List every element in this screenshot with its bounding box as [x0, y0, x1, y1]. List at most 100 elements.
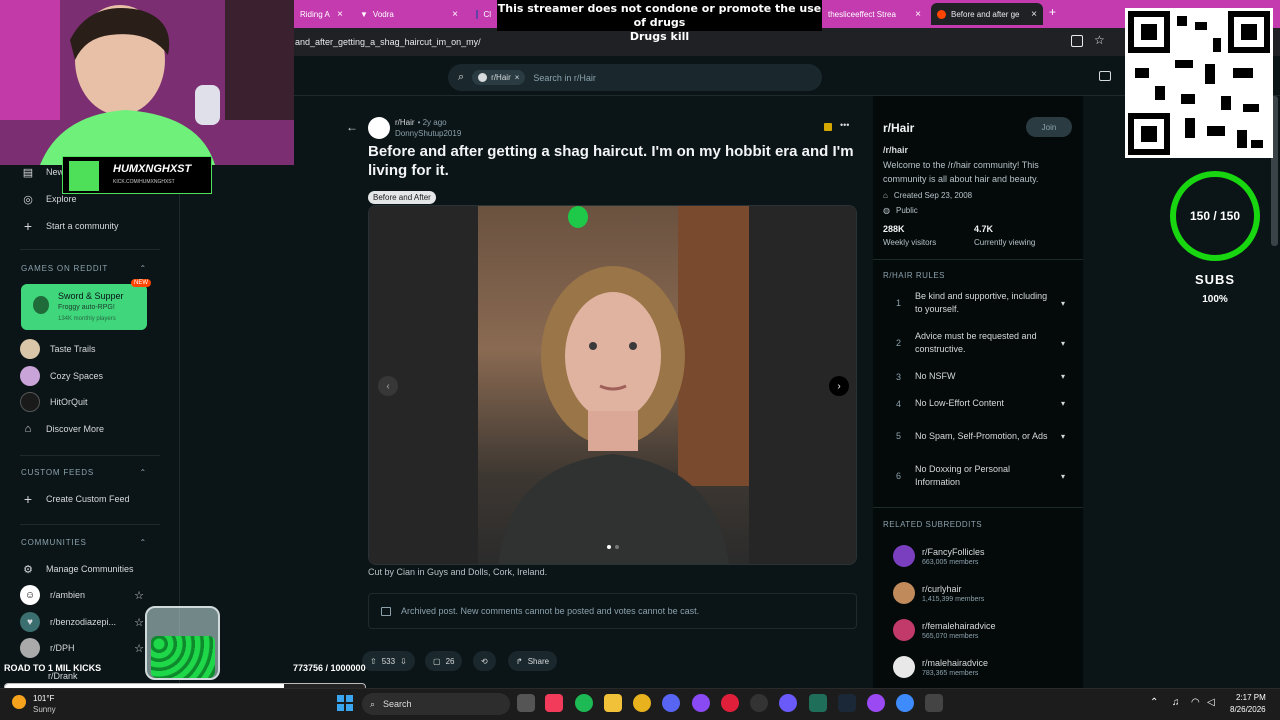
- close-icon[interactable]: ×: [1031, 9, 1037, 20]
- rule-item[interactable]: 3 No NSFW ▾: [883, 370, 1073, 383]
- sidebar-item-label: Cozy Spaces: [50, 371, 104, 381]
- url-field[interactable]: and_after_getting_a_shag_haircut_im_on_m…: [295, 37, 481, 47]
- browser-icon[interactable]: [896, 694, 914, 712]
- section-heading: GAMES ON REDDIT: [21, 264, 109, 273]
- subreddit-avatar[interactable]: [368, 117, 390, 139]
- app-icon[interactable]: [925, 694, 943, 712]
- browser-tab[interactable]: Cl: [470, 3, 497, 25]
- sidebar-item-cozy-spaces[interactable]: Cozy Spaces: [20, 366, 104, 386]
- gamepad-icon: ⌂: [24, 423, 32, 435]
- close-icon[interactable]: ×: [337, 9, 343, 20]
- rule-item[interactable]: 5 No Spam, Self-Promotion, or Ads ▾: [883, 423, 1073, 449]
- app-icon[interactable]: [867, 694, 885, 712]
- game-card-sword-supper[interactable]: Sword & Supper Froggy auto-RPG! 134K mon…: [21, 279, 151, 330]
- rule-item[interactable]: 6 No Doxxing or Personal Information ▾: [883, 463, 1073, 489]
- related-subreddit[interactable]: r/FancyFollicles 663,005 members: [893, 545, 985, 567]
- sidebar-item-create-feed[interactable]: + Create Custom Feed: [20, 490, 130, 508]
- downvote-icon[interactable]: ⇩: [400, 657, 407, 666]
- steam-icon[interactable]: [838, 694, 856, 712]
- carousel-prev-button[interactable]: ‹: [378, 376, 398, 396]
- upvote-icon[interactable]: ⇧: [370, 657, 377, 666]
- music-app-icon[interactable]: [545, 694, 563, 712]
- volume-icon[interactable]: ◁: [1207, 697, 1215, 708]
- post-author[interactable]: DonnyShutup2019: [395, 129, 461, 138]
- games-section-header[interactable]: GAMES ON REDDIT ⌃: [21, 264, 147, 273]
- sidebar-item-hitorquit[interactable]: HitOrQuit: [20, 392, 88, 412]
- sidebar-item-community[interactable]: ♥ r/benzodiazepi... ☆: [20, 612, 144, 632]
- sidebar-item-manage-communities[interactable]: ⚙ Manage Communities: [20, 560, 133, 578]
- search-placeholder[interactable]: Search in r/Hair: [533, 73, 596, 83]
- share-button[interactable]: ↱ Share: [508, 651, 558, 671]
- custom-feeds-section-header[interactable]: CUSTOM FEEDS ⌃: [21, 468, 147, 477]
- back-button[interactable]: ←: [343, 118, 361, 136]
- app-icon[interactable]: [809, 694, 827, 712]
- rule-text: No NSFW: [915, 371, 956, 381]
- new-tab-button[interactable]: +: [1049, 5, 1056, 19]
- star-icon[interactable]: ☆: [134, 616, 144, 629]
- bookmark-star-icon[interactable]: ☆: [1094, 33, 1105, 47]
- rule-number: 6: [896, 471, 902, 481]
- crosspost-button[interactable]: ⟲: [473, 651, 496, 671]
- sidebar-item-community[interactable]: r/DPH ☆: [20, 638, 144, 658]
- related-subreddit[interactable]: r/malehairadvice 783,365 members: [893, 656, 988, 678]
- gear-icon: ⚙: [23, 563, 33, 576]
- chrome-icon[interactable]: [633, 694, 651, 712]
- sidebar-item-new[interactable]: ▤ New: [20, 163, 64, 181]
- chevron-up-icon[interactable]: ⌃: [1150, 697, 1158, 708]
- chat-icon[interactable]: [1099, 71, 1111, 81]
- browser-tab[interactable]: ▼ Vodra ×: [354, 3, 464, 25]
- obs-icon[interactable]: [750, 694, 768, 712]
- star-icon[interactable]: ☆: [134, 589, 144, 602]
- close-icon[interactable]: ×: [452, 9, 458, 20]
- carousel-dot[interactable]: [615, 545, 619, 549]
- browser-tab[interactable]: Riding A ×: [294, 3, 349, 25]
- install-icon[interactable]: [1071, 35, 1083, 47]
- comments-button[interactable]: ▢ 26: [425, 651, 463, 671]
- browser-tab-active[interactable]: Before and after ge ×: [931, 3, 1043, 25]
- vote-bar[interactable]: ⇧ 533 ⇩: [362, 651, 415, 671]
- file-explorer-icon[interactable]: [604, 694, 622, 712]
- sidebar-item-label: Create Custom Feed: [46, 494, 130, 504]
- communities-section-header[interactable]: COMMUNITIES ⌃: [21, 538, 147, 547]
- close-icon[interactable]: ×: [915, 9, 921, 20]
- opera-icon[interactable]: [721, 694, 739, 712]
- related-subreddit[interactable]: r/curlyhair 1,415,399 members: [893, 582, 984, 604]
- related-subreddit[interactable]: r/femalehairadvice 565,070 members: [893, 619, 996, 641]
- post-subreddit-link[interactable]: r/Hair: [395, 118, 415, 127]
- wifi-icon[interactable]: ◠: [1191, 697, 1200, 708]
- rule-item[interactable]: 4 No Low-Effort Content ▾: [883, 397, 1073, 410]
- app-icon[interactable]: [779, 694, 797, 712]
- spotify-icon[interactable]: [575, 694, 593, 712]
- hair-avatar-icon: [478, 73, 488, 82]
- rule-item[interactable]: 2 Advice must be requested and construct…: [883, 330, 1073, 356]
- join-button[interactable]: Join: [1026, 117, 1072, 137]
- post-media-carousel[interactable]: ‹ ›: [368, 205, 857, 565]
- star-icon[interactable]: ☆: [134, 642, 144, 655]
- weather-sun-icon[interactable]: [12, 695, 26, 709]
- post-flair[interactable]: Before and After: [368, 191, 436, 204]
- clock-time[interactable]: 2:17 PM: [1236, 693, 1266, 702]
- clock-date[interactable]: 8/26/2026: [1230, 705, 1266, 714]
- weather-temp[interactable]: 101°F: [33, 694, 54, 703]
- sidebar-item-community[interactable]: ☺ r/ambien ☆: [20, 585, 144, 605]
- more-options-button[interactable]: •••: [840, 120, 849, 130]
- browser-tab[interactable]: thesliceeffect Strea ×: [822, 3, 927, 25]
- carousel-next-button[interactable]: ›: [829, 376, 849, 396]
- sidebar-item-discover-more[interactable]: ⌂ Discover More: [20, 420, 104, 438]
- taskbar-search[interactable]: ⌕ Search: [362, 693, 510, 715]
- app-icon[interactable]: [692, 694, 710, 712]
- carousel-dot-active[interactable]: [607, 545, 611, 549]
- windows-start-icon[interactable]: [337, 695, 353, 711]
- chevron-up-icon: ⌃: [139, 538, 147, 547]
- search-bar[interactable]: ⌕ r/Hair × Search in r/Hair: [448, 64, 822, 91]
- sidebar-item-start-community[interactable]: + Start a community: [20, 217, 119, 235]
- discord-icon[interactable]: [662, 694, 680, 712]
- chip-close-icon[interactable]: ×: [515, 73, 520, 82]
- subreddit-chip[interactable]: r/Hair ×: [472, 70, 526, 85]
- sidebar-item-taste-trails[interactable]: Taste Trails: [20, 339, 96, 359]
- rule-item[interactable]: 1 Be kind and supportive, including to y…: [883, 290, 1073, 316]
- task-view-icon[interactable]: [517, 694, 535, 712]
- subs-label: SUBS: [1194, 272, 1236, 287]
- weather-condition: Sunny: [33, 705, 56, 714]
- microphone-icon[interactable]: ♫: [1172, 697, 1180, 708]
